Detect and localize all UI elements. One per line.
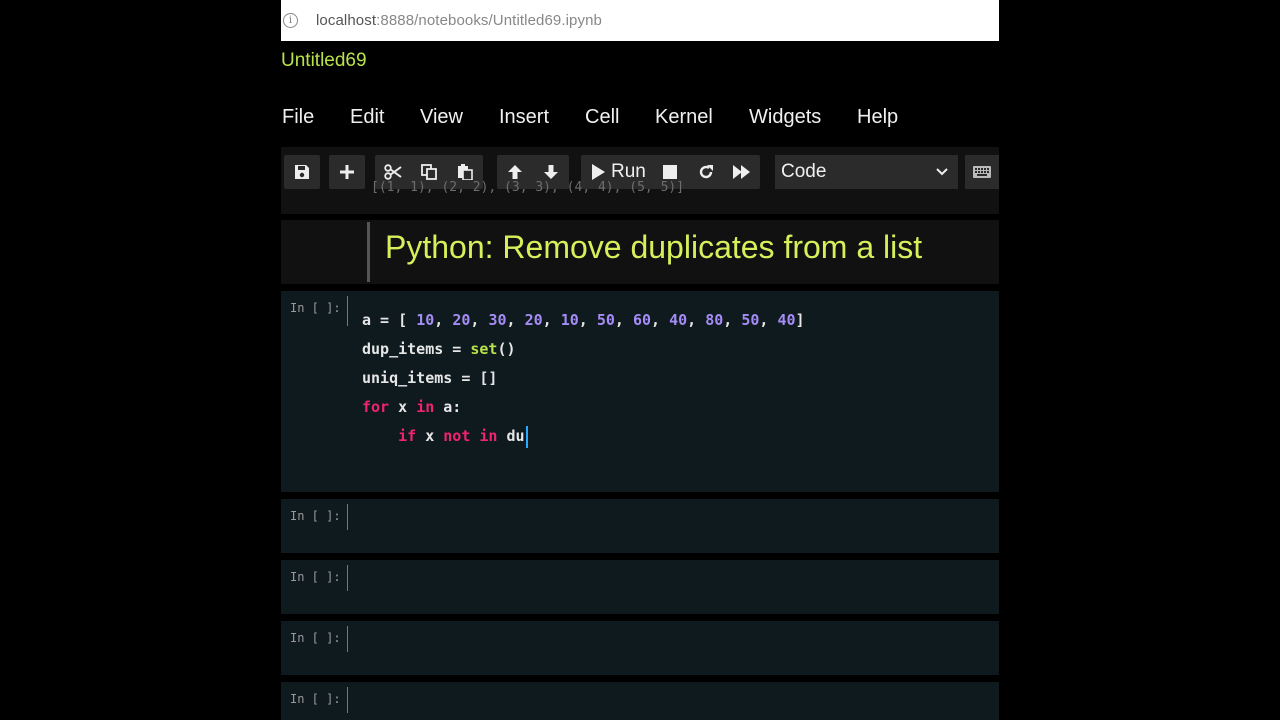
url-text[interactable]: localhost:8888/notebooks/Untitled69.ipyn…: [316, 12, 602, 29]
toolbar-group-save: [284, 155, 320, 189]
menu-bar: File Edit View Insert Cell Kernel Widget…: [281, 106, 999, 132]
number-literal: 50: [741, 311, 760, 329]
insert-cell-button[interactable]: [329, 155, 365, 189]
markdown-blockquote-bar: [367, 222, 370, 282]
prompt-divider: [347, 687, 348, 713]
cut-icon: [384, 164, 402, 180]
number-literal: 20: [524, 311, 543, 329]
code-editor[interactable]: [351, 621, 999, 675]
menu-file[interactable]: File: [282, 106, 314, 129]
keyboard-icon: [973, 166, 991, 178]
url-path: :8888/notebooks/Untitled69.ipynb: [376, 12, 602, 29]
cell-type-value: Code: [781, 161, 827, 182]
url-host: localhost: [316, 12, 377, 29]
number-literal: 20: [452, 311, 471, 329]
prompt-divider: [347, 565, 348, 591]
prompt-divider: [347, 504, 348, 530]
menu-help[interactable]: Help: [857, 106, 898, 129]
previous-cell-output: [(1, 1), (2, 2), (3, 3), (4, 4), (5, 5)]: [371, 180, 685, 195]
number-list: 10, 20, 30, 20, 10, 50, 60, 40, 80, 50, …: [416, 311, 796, 329]
restart-kernel-button[interactable]: [688, 155, 724, 189]
notebook-title[interactable]: Untitled69: [281, 50, 367, 72]
arrow-down-icon: [544, 165, 558, 179]
number-literal: 10: [560, 311, 579, 329]
code-editor[interactable]: [351, 682, 999, 720]
code-cell-active[interactable]: In [ ]: a = [ 10, 20, 30, 20, 10, 50, 60…: [281, 291, 999, 492]
code-cell-empty[interactable]: In [ ]:: [281, 682, 999, 720]
cell-type-select[interactable]: Code: [775, 155, 958, 189]
command-palette-button[interactable]: [965, 155, 999, 189]
input-prompt: In [ ]:: [290, 509, 341, 523]
save-button[interactable]: [284, 155, 320, 189]
chevron-down-icon: [936, 168, 948, 176]
arrow-up-icon: [508, 165, 522, 179]
menu-widgets[interactable]: Widgets: [749, 106, 821, 129]
plus-icon: [340, 165, 354, 179]
notebook-window: i localhost:8888/notebooks/Untitled69.ip…: [281, 0, 999, 720]
save-icon: [295, 165, 309, 179]
code-cell-empty[interactable]: In [ ]:: [281, 621, 999, 675]
code-line-3: uniq_items = []: [362, 369, 498, 387]
code-line-2: dup_items = set(): [362, 340, 516, 358]
previous-output-area: [281, 196, 999, 214]
number-literal: 10: [416, 311, 435, 329]
input-prompt: In [ ]:: [290, 301, 341, 315]
menu-cell[interactable]: Cell: [585, 106, 619, 129]
input-prompt: In [ ]:: [290, 570, 341, 584]
code-cell-empty[interactable]: In [ ]:: [281, 499, 999, 553]
code-line-1: a = [ 10, 20, 30, 20, 10, 50, 60, 40, 80…: [362, 311, 805, 329]
prompt-divider: [347, 626, 348, 652]
code-editor[interactable]: a = [ 10, 20, 30, 20, 10, 50, 60, 40, 80…: [362, 306, 805, 451]
toolbar-group-insert: [329, 155, 365, 189]
markdown-heading: Python: Remove duplicates from a list: [385, 229, 923, 265]
restart-run-all-button[interactable]: [724, 155, 760, 189]
code-line-5: if x not in du: [362, 422, 805, 451]
number-literal: 80: [705, 311, 724, 329]
number-literal: 30: [488, 311, 507, 329]
menu-view[interactable]: View: [420, 106, 463, 129]
input-prompt: In [ ]:: [290, 692, 341, 706]
code-editor[interactable]: [351, 499, 999, 553]
prompt-divider: [347, 296, 348, 326]
code-editor[interactable]: [351, 560, 999, 614]
menu-kernel[interactable]: Kernel: [655, 106, 713, 129]
input-prompt: In [ ]:: [290, 631, 341, 645]
restart-icon: [699, 165, 713, 179]
paste-icon: [458, 164, 473, 180]
info-icon[interactable]: i: [283, 13, 298, 28]
markdown-cell[interactable]: Python: Remove duplicates from a list: [281, 220, 999, 284]
number-literal: 60: [632, 311, 651, 329]
fast-forward-icon: [732, 165, 750, 179]
number-literal: 40: [777, 311, 796, 329]
address-bar[interactable]: i localhost:8888/notebooks/Untitled69.ip…: [281, 0, 999, 41]
menu-edit[interactable]: Edit: [350, 106, 384, 129]
stop-icon: [662, 165, 677, 179]
run-icon: [592, 164, 605, 180]
code-cell-empty[interactable]: In [ ]:: [281, 560, 999, 614]
code-line-4: for x in a:: [362, 398, 462, 416]
number-literal: 50: [596, 311, 615, 329]
menu-insert[interactable]: Insert: [499, 106, 549, 129]
number-literal: 40: [669, 311, 688, 329]
copy-icon: [421, 164, 437, 180]
text-cursor: [525, 425, 528, 448]
